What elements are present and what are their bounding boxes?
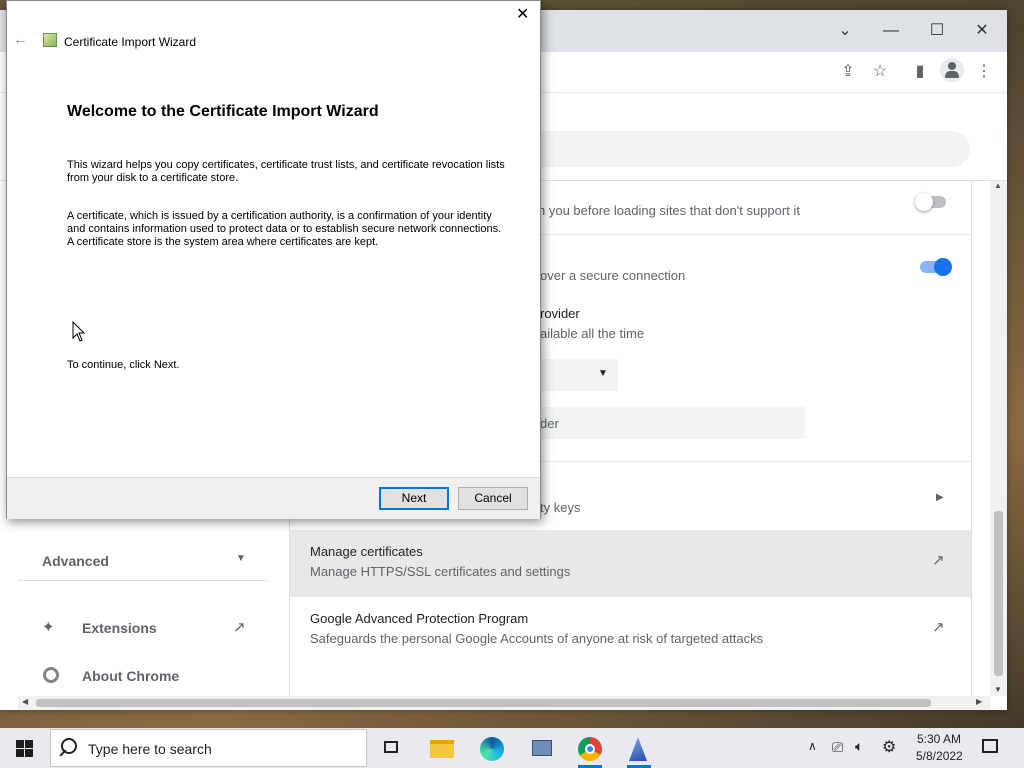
- horizontal-scroll-thumb[interactable]: [36, 699, 931, 707]
- dns-provider-select[interactable]: ▼: [538, 359, 618, 391]
- secure-dns-desc: over a secure connection: [540, 268, 686, 283]
- windows-taskbar: Type here to search ∧ ⎚ 🔈︎ ⚙ 5:30 AM 5/8…: [0, 728, 1024, 768]
- close-icon[interactable]: ✕: [516, 4, 529, 24]
- profile-avatar-icon[interactable]: [940, 58, 964, 82]
- mouse-cursor-icon: [72, 321, 86, 342]
- task-view-icon[interactable]: [372, 732, 412, 766]
- back-arrow-icon[interactable]: ←: [13, 31, 28, 48]
- close-window-icon[interactable]: ✕: [962, 16, 1002, 46]
- puzzle-icon: ✦: [42, 619, 55, 636]
- sidebar-advanced[interactable]: Advanced ▼: [18, 536, 268, 581]
- maximize-icon[interactable]: ☐: [917, 16, 957, 46]
- network-app-icon[interactable]: [522, 732, 562, 766]
- dialog-footer: Next Cancel: [7, 477, 540, 519]
- manage-certificates-title: Manage certificates: [310, 544, 423, 559]
- scroll-right-icon[interactable]: ▶: [976, 697, 982, 706]
- minimize-icon[interactable]: —: [871, 16, 911, 46]
- advanced-protection-title: Google Advanced Protection Program: [310, 611, 529, 626]
- network-icon[interactable]: ⎚: [832, 739, 843, 756]
- vertical-scroll-thumb[interactable]: [994, 511, 1003, 676]
- wizard-heading: Welcome to the Certificate Import Wizard: [67, 103, 379, 120]
- open-external-icon: ↗: [932, 552, 945, 569]
- https-first-desc: n you before loading sites that don't su…: [538, 203, 800, 218]
- vertical-scrollbar[interactable]: ▲ ▼: [990, 181, 1007, 696]
- sidebar-item-about[interactable]: About Chrome: [18, 657, 268, 693]
- certificate-icon: [43, 33, 57, 47]
- sidebar-item-extensions[interactable]: ✦ Extensions ↗: [18, 609, 268, 645]
- certificate-import-wizard-dialog: ✕ ← Certificate Import Wizard Welcome to…: [6, 0, 541, 519]
- wizard-intro-text: This wizard helps you copy certificates,…: [67, 159, 505, 184]
- chevron-right-icon: ▶: [936, 492, 944, 503]
- scroll-down-icon[interactable]: ▼: [994, 685, 1002, 694]
- scroll-left-icon[interactable]: ◀: [22, 697, 28, 706]
- edge-browser-icon[interactable]: [472, 732, 512, 766]
- manage-certificates-desc: Manage HTTPS/SSL certificates and settin…: [310, 564, 571, 579]
- wizard-continue-text: To continue, click Next.: [67, 359, 180, 371]
- dialog-title: Certificate Import Wizard: [64, 35, 197, 49]
- clock-date[interactable]: 5/8/2022: [916, 749, 963, 763]
- dns-provider-title: rovider: [540, 306, 580, 321]
- windows-start-icon[interactable]: [16, 740, 33, 757]
- sidebar-item-label: About Chrome: [82, 668, 180, 684]
- menu-kebab-icon[interactable]: ⋮: [973, 61, 995, 83]
- volume-muted-icon[interactable]: 🔈︎: [855, 738, 863, 755]
- file-explorer-icon[interactable]: [422, 732, 462, 766]
- chrome-logo-icon: [43, 667, 59, 683]
- taskbar-search-box[interactable]: Type here to search: [50, 729, 367, 767]
- sidebar-advanced-label: Advanced: [42, 553, 109, 569]
- tab-search-icon[interactable]: ⌄: [825, 16, 865, 46]
- next-button[interactable]: Next: [379, 487, 449, 510]
- certificate-wizard-taskbar-icon[interactable]: [619, 732, 659, 768]
- manage-certificates-row[interactable]: Manage certificates Manage HTTPS/SSL cer…: [290, 530, 971, 597]
- wizard-description-text: A certificate, which is issued by a cert…: [67, 210, 502, 248]
- dns-provider-desc: ailable all the time: [540, 326, 645, 341]
- https-first-toggle[interactable]: [915, 193, 946, 211]
- share-icon[interactable]: ⇪: [837, 61, 859, 83]
- open-external-icon: ↗: [233, 619, 246, 636]
- advanced-protection-row[interactable]: Google Advanced Protection Program Safeg…: [290, 597, 971, 663]
- chrome-taskbar-icon[interactable]: [570, 732, 610, 768]
- advanced-protection-desc: Safeguards the personal Google Accounts …: [310, 631, 764, 646]
- security-keys-desc: ty keys: [540, 500, 581, 515]
- open-external-icon: ↗: [932, 619, 945, 636]
- bookmark-star-icon[interactable]: ☆: [869, 61, 891, 83]
- horizontal-scrollbar[interactable]: ◀ ▶: [18, 696, 990, 710]
- scroll-up-icon[interactable]: ▲: [994, 181, 1002, 190]
- sidebar-item-label: Extensions: [82, 620, 157, 636]
- dropdown-arrow-icon: ▼: [598, 368, 608, 379]
- chevron-down-icon: ▼: [236, 553, 246, 564]
- taskbar-search-placeholder: Type here to search: [88, 741, 212, 757]
- cancel-button[interactable]: Cancel: [458, 487, 528, 510]
- custom-dns-placeholder: der: [540, 416, 559, 431]
- chevron-up-icon[interactable]: ∧: [808, 739, 817, 753]
- settings-gear-icon[interactable]: ⚙: [882, 737, 896, 757]
- notifications-icon[interactable]: [982, 739, 998, 753]
- clock-time[interactable]: 5:30 AM: [917, 732, 961, 746]
- custom-dns-input[interactable]: der: [538, 407, 805, 439]
- side-panel-icon[interactable]: ▮: [909, 61, 931, 83]
- secure-dns-toggle[interactable]: [920, 258, 952, 276]
